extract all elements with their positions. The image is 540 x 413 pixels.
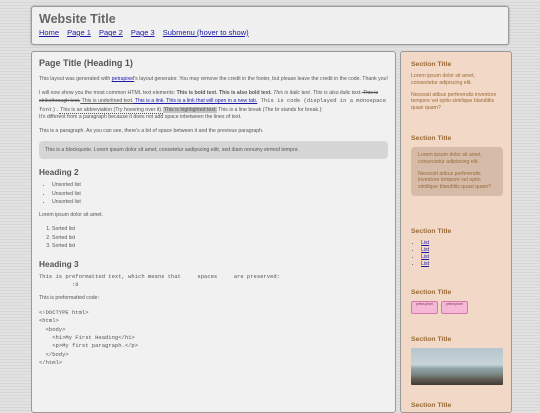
lorem-text: Lorem ipsum dolor sit amet.: [39, 211, 104, 218]
list-item: Sorted list: [52, 234, 388, 243]
main-content: Page Title (Heading 1) This layout was g…: [31, 51, 396, 413]
nav-submenu-link[interactable]: Submenu (hover to show): [163, 28, 249, 37]
main-nav: Home Page 1 Page 2 Page 3 Submenu (hover…: [39, 28, 255, 37]
site-header: Website Title Home Page 1 Page 2 Page 3 …: [31, 6, 509, 45]
section-text: Lorem ipsum dolor sit amet, consectetur …: [418, 152, 483, 165]
italic-text-2: This is also italic text.: [311, 89, 362, 96]
section-title: Section Title: [411, 61, 452, 68]
sidebar-section-3: Section Title List List List List: [411, 228, 503, 268]
abbr-text: This is an abbreviation (Try hovering ov…: [58, 106, 163, 114]
coast-photo: [411, 348, 503, 385]
sample-link[interactable]: This is a link.: [133, 98, 165, 104]
sidebar-list-link[interactable]: List: [421, 261, 429, 267]
unsorted-list: Unsorted list Unsorted list Unsorted lis…: [39, 181, 388, 207]
underline-text: This is underlined text.: [80, 98, 134, 104]
nav-page1-link[interactable]: Page 1: [67, 28, 91, 37]
break-text: This is a line break (The br stands for …: [216, 106, 323, 113]
preformatted-text: This is preformatted text, which means t…: [39, 272, 280, 288]
italic-text: This is italic text.: [271, 89, 312, 96]
petrapixel-link[interactable]: petrapixel: [112, 76, 135, 82]
nav-page2-link[interactable]: Page 2: [99, 28, 123, 37]
page-title: Page Title (Heading 1): [39, 58, 133, 68]
paragraph-text: This is a paragraph. As you can see, the…: [39, 127, 264, 134]
blockquote: This is a blockquote. Lorem ipsum dolor …: [39, 141, 388, 159]
intro-paragraph: This layout was generated with petrapixe…: [39, 76, 388, 84]
nav-page3-link[interactable]: Page 3: [131, 28, 155, 37]
sidebar-section-5: Section Title: [411, 336, 503, 385]
sidebar-list: List List List List: [411, 240, 503, 268]
section-text: Necessit atibus perferendis inventore te…: [418, 170, 491, 191]
heading-3: Heading 3: [39, 258, 79, 269]
sidebar-section-2: Section Title Lorem ipsum dolor sit amet…: [411, 135, 503, 196]
break-text-2: It's different from a paragraph because …: [39, 114, 242, 120]
sorted-list: Sorted list Sorted list Sorted list: [39, 225, 388, 251]
section-title: Section Title: [411, 228, 452, 235]
section-title: Section Title: [411, 336, 452, 343]
preformatted-code-label: This is preformatted code:: [39, 295, 99, 302]
section-title: Section Title: [411, 135, 452, 142]
sidebar-list-link[interactable]: List: [421, 247, 429, 253]
sidebar-box: Lorem ipsum dolor sit amet, consectetur …: [411, 147, 503, 196]
section-title: Section Title: [411, 402, 452, 409]
list-item: Sorted list: [52, 242, 388, 251]
intro-text-1: This layout was generated with: [39, 76, 112, 82]
bold-text: This is bold text. This is also bold tex…: [176, 89, 272, 96]
sidebar-list-link[interactable]: List: [421, 254, 429, 260]
nav-home-link[interactable]: Home: [39, 28, 59, 37]
sidebar-section-6: Section Title: [411, 402, 503, 412]
site-title: Website Title: [39, 12, 116, 26]
elements-intro: I will now show you the most common HTML…: [39, 89, 177, 96]
list-item: Unsorted list: [52, 190, 388, 199]
intro-text-2: 's layout generator. You may remove the …: [134, 76, 388, 82]
sidebar-list-link[interactable]: List: [421, 240, 429, 246]
button-badge-1[interactable]: petra pixel: [411, 301, 438, 314]
elements-paragraph: I will now show you the most common HTML…: [39, 90, 388, 122]
section-title: Section Title: [411, 289, 452, 296]
heading-2: Heading 2: [39, 167, 79, 177]
preformatted-code: <!DOCTYPE html> <html> <body> <h1>My Fir…: [39, 308, 139, 367]
newtab-link[interactable]: This is a link that will open in a new t…: [165, 98, 257, 104]
highlight-text: This is highlighted text.: [162, 106, 217, 113]
sidebar-section-1: Section Title Lorem ipsum dolor sit amet…: [411, 61, 503, 117]
button-badge-2[interactable]: petra pixel: [441, 301, 468, 314]
list-item: Unsorted list: [52, 198, 388, 207]
sidebar: Section Title Lorem ipsum dolor sit amet…: [400, 51, 512, 413]
list-item: Sorted list: [52, 225, 388, 234]
section-text: Necessit atibus perferendis inventore te…: [411, 91, 497, 112]
list-item: Unsorted list: [52, 181, 388, 190]
sidebar-section-4: Section Title petra pixel petra pixel: [411, 289, 503, 319]
section-text: Lorem ipsum dolor sit amet, consectetur …: [411, 73, 476, 86]
